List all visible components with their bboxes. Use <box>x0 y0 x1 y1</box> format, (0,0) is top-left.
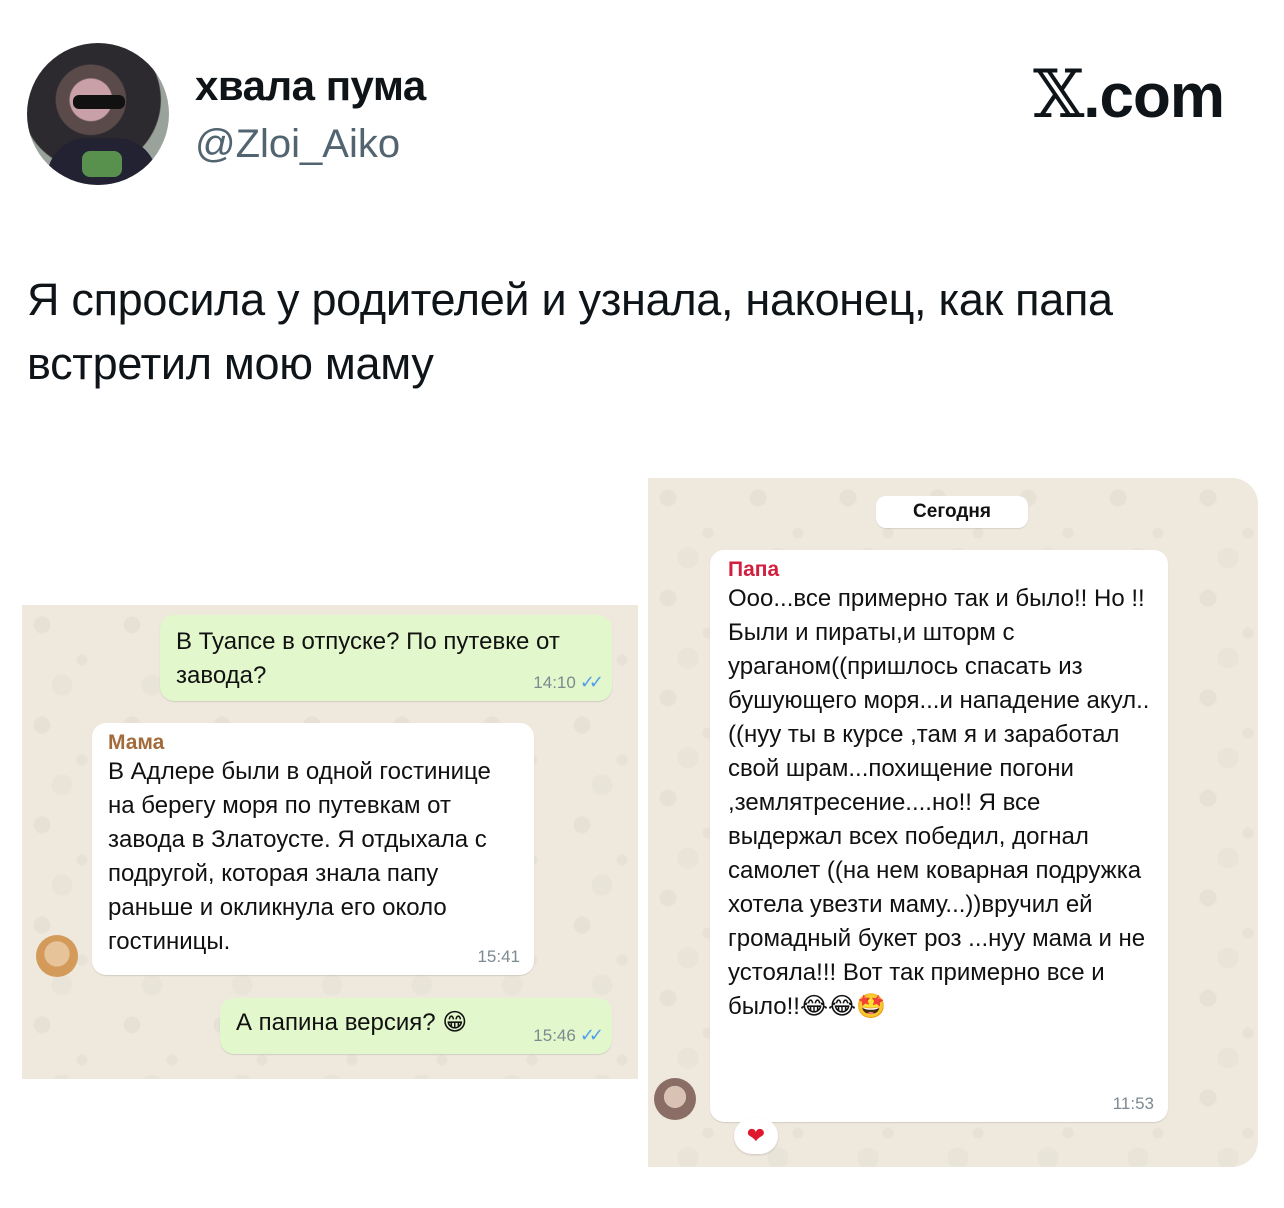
message-text: Ооо...все примерно так и было!! Но !! Бы… <box>728 585 1150 1020</box>
author-avatar[interactable] <box>27 43 169 185</box>
avatar-sunglasses <box>73 95 125 109</box>
chat-message-incoming: Папа Ооо...все примерно так и было!! Но … <box>710 550 1168 1122</box>
x-com-logo: 𝕏.com <box>1033 56 1225 133</box>
sender-avatar[interactable] <box>36 935 78 977</box>
chat-screenshot-dad: Сегодня Папа Ооо...все примерно так и бы… <box>648 478 1258 1167</box>
message-sender: Мама <box>108 731 165 754</box>
message-timestamp: 15:46 ✓✓ <box>533 1025 604 1045</box>
chat-message-incoming: Мама В Адлере были в одной гостинице на … <box>92 723 534 975</box>
message-text: В Туапсе в отпуске? По путевке от завода… <box>176 628 560 689</box>
sender-avatar[interactable] <box>654 1078 696 1120</box>
message-timestamp: 14:10 ✓✓ <box>533 672 604 692</box>
avatar-shirt-print <box>82 151 122 177</box>
tweet-text: Я спросила у родителей и узнала, наконец… <box>27 274 1113 389</box>
read-ticks-icon: ✓✓ <box>579 1025 604 1045</box>
message-timestamp: 11:53 <box>1112 1094 1154 1113</box>
brand-domain: .com <box>1083 62 1225 131</box>
chat-message-outgoing: В Туапсе в отпуске? По путевке от завода… <box>160 615 612 701</box>
x-logo-icon: 𝕏 <box>1033 56 1084 133</box>
author-handle[interactable]: @Zloi_Aiko <box>195 122 400 167</box>
chat-screenshot-mom: В Туапсе в отпуске? По путевке от завода… <box>22 605 638 1079</box>
heart-reaction-icon[interactable]: ❤ <box>734 1118 778 1154</box>
chat-message-outgoing: А папина версия? 😁 15:46 ✓✓ <box>220 998 612 1054</box>
date-separator: Сегодня <box>876 496 1028 528</box>
message-sender: Папа <box>728 558 780 581</box>
message-text: В Адлере были в одной гостинице на берег… <box>108 758 491 955</box>
message-timestamp: 15:41 <box>477 947 520 966</box>
read-ticks-icon: ✓✓ <box>579 672 604 692</box>
author-display-name[interactable]: хвала пума <box>195 62 426 110</box>
